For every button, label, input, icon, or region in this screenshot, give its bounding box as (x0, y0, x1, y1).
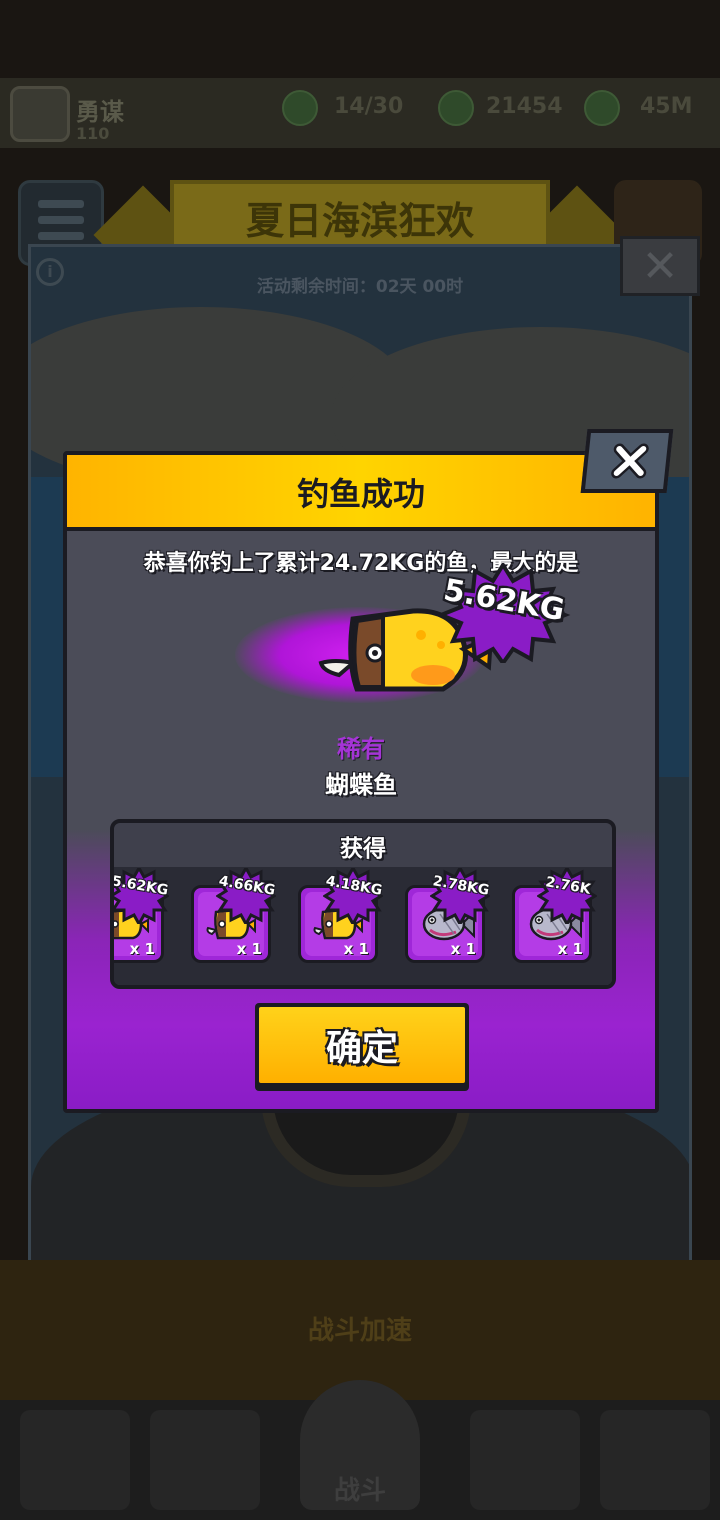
reward-slot[interactable]: 2.76K x 1 (512, 868, 597, 963)
reward-slot[interactable]: 2.78KG x 1 (405, 868, 490, 963)
player-level: 110 (76, 124, 110, 143)
rewards-list[interactable]: 5.62KG x 1 4.66KG x 1 4.18KG x 1 2.78KG x 1 2.76… (114, 867, 612, 985)
energy-icon (282, 90, 318, 126)
nav-shop-tab[interactable] (20, 1410, 130, 1510)
event-timer: 活动剩余时间：02天 00时 (256, 277, 464, 297)
reward-qty: x 1 (450, 940, 476, 958)
gem-icon (438, 90, 474, 126)
confirm-label: 确定 (325, 1028, 398, 1069)
nav-hero-tab[interactable] (150, 1410, 260, 1510)
rarity-label: 稀有 (337, 735, 385, 763)
reward-qty: x 1 (557, 940, 583, 958)
reward-qty: x 1 (129, 940, 155, 958)
confirm-button[interactable]: 确定 (255, 1003, 469, 1091)
menu-icon-line (38, 216, 84, 224)
modal-close-button[interactable] (580, 429, 674, 493)
player-name: 勇谋 (76, 98, 124, 126)
close-icon: ✕ (641, 241, 679, 292)
menu-icon-line (38, 232, 84, 240)
reward-qty: x 1 (343, 940, 369, 958)
event-close-button[interactable]: ✕ (620, 236, 700, 296)
coin-icon (584, 90, 620, 126)
fish-name: 蝴蝶鱼 (325, 771, 397, 799)
game-screen: 勇谋 110 14/30 21454 45M 夏日海滨狂欢 i 活动剩余时间：0… (0, 0, 720, 1520)
battle-speed-label: 战斗加速 (307, 1316, 412, 1346)
gem-value: 21454 (486, 94, 563, 119)
modal-header: 钓鱼成功 (67, 455, 655, 531)
reward-qty: x 1 (236, 940, 262, 958)
menu-icon (38, 200, 84, 208)
nav-book-tab[interactable] (600, 1410, 710, 1510)
player-avatar[interactable] (10, 86, 70, 142)
energy-value: 14/30 (334, 94, 404, 119)
reward-slot[interactable]: 5.62KG x 1 (114, 868, 169, 963)
rewards-title: 获得 (340, 836, 386, 862)
modal-title: 钓鱼成功 (296, 475, 425, 513)
reward-slot[interactable]: 4.18KG x 1 (298, 868, 383, 963)
rewards-panel: 获得 5.62KG x 1 4.66KG x 1 4.18KG x 1 2.78KG x 1 2… (110, 819, 616, 989)
event-title: 夏日海滨狂欢 (245, 199, 474, 243)
coin-value: 45M (640, 94, 693, 119)
close-icon (611, 443, 649, 479)
nav-battle-label: 战斗 (333, 1476, 386, 1506)
fishing-result-modal: 钓鱼成功 恭喜你钓上了累计24.72KG的鱼，最大的是 5.62KG 稀有 蝴蝶… (63, 451, 659, 1113)
nav-skill-tab[interactable] (470, 1410, 580, 1510)
reward-slot[interactable]: 4.66KG x 1 (191, 868, 276, 963)
